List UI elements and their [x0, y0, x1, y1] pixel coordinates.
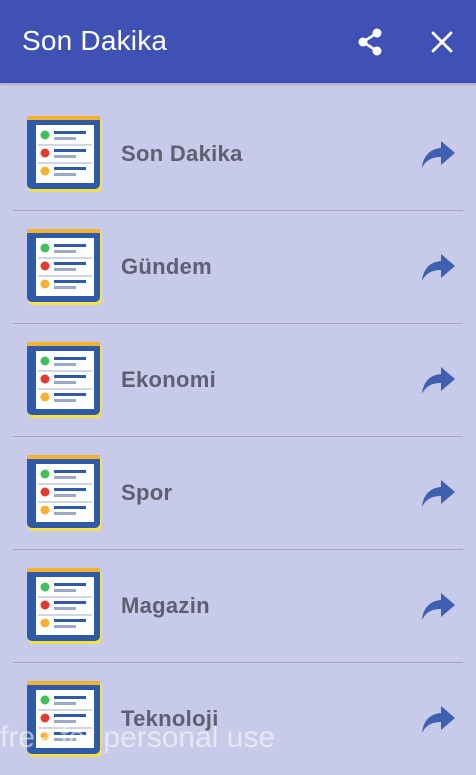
news-list-icon: [27, 568, 102, 644]
list-item-label: Spor: [121, 480, 173, 505]
list-item-gündem[interactable]: Gündem: [13, 211, 463, 324]
list-item-ekonomi[interactable]: Ekonomi: [13, 324, 463, 437]
close-button[interactable]: [422, 22, 462, 62]
list-item-son-dakika[interactable]: Son Dakika: [13, 98, 463, 211]
forward-arrow-icon[interactable]: [421, 252, 457, 284]
close-icon: [431, 31, 453, 53]
list-item-label: Magazin: [121, 593, 210, 618]
app-title: Son Dakika: [22, 25, 168, 56]
forward-arrow-icon[interactable]: [421, 478, 457, 510]
list-item-label: Son Dakika: [121, 141, 243, 166]
watermark-text: free for personal use: [0, 721, 276, 754]
forward-arrow-icon[interactable]: [421, 704, 457, 736]
list-item-teknoloji[interactable]: Teknoloji: [13, 663, 463, 775]
list-item-spor[interactable]: Spor: [13, 437, 463, 550]
list-item-magazin[interactable]: Magazin: [13, 550, 463, 663]
share-button[interactable]: [350, 22, 390, 62]
forward-arrow-icon[interactable]: [421, 139, 457, 171]
list-item-label: Ekonomi: [121, 367, 216, 392]
list-item-label: Gündem: [121, 254, 213, 279]
forward-arrow-icon[interactable]: [421, 365, 457, 397]
category-list: Son Dakika Gündem Ekonomi Spor Magazin T…: [0, 98, 476, 775]
app-bar: Son Dakika: [0, 0, 476, 83]
news-list-icon: [27, 455, 102, 531]
news-list-icon: [27, 229, 102, 305]
forward-arrow-icon[interactable]: [421, 591, 457, 623]
news-list-icon: [27, 116, 102, 192]
share-icon: [358, 28, 382, 56]
news-list-icon: [27, 342, 102, 418]
